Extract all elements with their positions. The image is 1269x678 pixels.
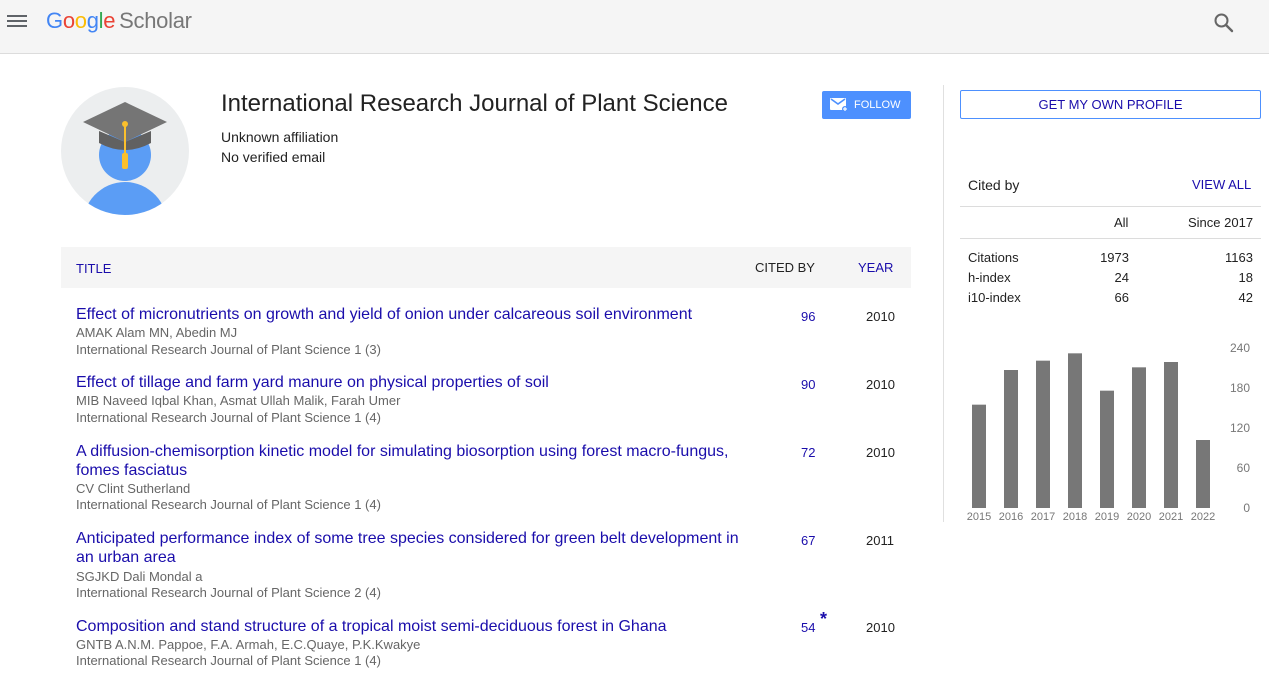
follow-button[interactable]: FOLLOW [822, 91, 911, 119]
chart-y-tick-label: 0 [1243, 501, 1250, 515]
hamburger-menu-icon[interactable] [7, 12, 27, 32]
sort-by-year[interactable]: YEAR [858, 260, 893, 275]
article-authors: AMAK Alam MN, Abedin MJ [76, 325, 238, 340]
profile-email: No verified email [221, 149, 326, 165]
article-cited-by-link[interactable]: 96 [801, 309, 815, 324]
article-venue: International Research Journal of Plant … [76, 585, 381, 600]
view-all-link[interactable]: VIEW ALL [1192, 177, 1251, 192]
stat-citations-all: 1973 [1100, 250, 1129, 265]
article-authors: CV Clint Sutherland [76, 481, 191, 496]
article-row: Effect of tillage and farm yard manure o… [61, 373, 911, 433]
stat-label-i10-index[interactable]: i10-index [968, 290, 1021, 305]
chart-y-tick-label: 60 [1237, 461, 1251, 475]
chart-x-tick-label: 2015 [967, 511, 991, 523]
profile-affiliation: Unknown affiliation [221, 129, 339, 145]
chart-bar-2018[interactable] [1068, 353, 1082, 508]
chart-x-tick-label: 2016 [999, 511, 1023, 523]
article-row: A diffusion-chemisorption kinetic model … [61, 442, 911, 517]
chart-x-tick-label: 2018 [1063, 511, 1087, 523]
stat-label-citations[interactable]: Citations [968, 250, 1019, 265]
chart-y-tick-label: 180 [1230, 381, 1250, 395]
article-authors: SGJKD Dali Mondal a [76, 569, 203, 584]
search-icon[interactable] [1213, 12, 1235, 34]
article-row: Composition and stand structure of a tro… [61, 609, 911, 675]
sort-by-title[interactable]: TITLE [76, 261, 111, 276]
logo-google-text: Google [46, 8, 116, 33]
stats-divider [960, 206, 1261, 207]
mail-icon [830, 98, 848, 112]
chart-bar-2020[interactable] [1132, 367, 1146, 508]
get-my-own-profile-button[interactable]: GET MY OWN PROFILE [960, 90, 1261, 119]
stat-h-index-all: 24 [1114, 270, 1129, 285]
article-title-link[interactable]: Anticipated performance index of some tr… [76, 529, 746, 567]
articles-table-header: TITLE CITED BY YEAR [61, 247, 911, 288]
merged-citations-star[interactable]: * [820, 609, 827, 630]
cited-by-column-header: CITED BY [755, 260, 815, 275]
google-scholar-logo[interactable]: Google Scholar [46, 8, 192, 34]
stat-i10-index-since: 42 [1238, 290, 1253, 305]
article-row: Effect of micronutrients on growth and y… [61, 305, 911, 365]
article-title-link[interactable]: A diffusion-chemisorption kinetic model … [76, 442, 746, 480]
profile-name: International Research Journal of Plant … [221, 90, 728, 117]
article-venue: International Research Journal of Plant … [76, 497, 381, 512]
chart-x-tick-label: 2020 [1127, 511, 1151, 523]
chart-y-tick-label: 120 [1230, 421, 1250, 435]
article-year: 2010 [866, 445, 895, 460]
article-cited-by-link[interactable]: 90 [801, 377, 815, 392]
stats-col-all: All [1114, 215, 1129, 230]
chart-bar-2019[interactable] [1100, 390, 1114, 508]
article-cited-by-link[interactable]: 67 [801, 533, 815, 548]
stat-label-h-index[interactable]: h-index [968, 270, 1011, 285]
article-venue: International Research Journal of Plant … [76, 410, 381, 425]
follow-label: FOLLOW [854, 99, 901, 111]
chart-x-tick-label: 2021 [1159, 511, 1183, 523]
stat-citations-since: 1163 [1225, 250, 1253, 265]
citations-per-year-chart: 2015 2016 2017 2018 2019 2020 2021 2022 240 180 12… [967, 341, 1251, 523]
chart-bar-2022[interactable] [1196, 440, 1210, 508]
sidebar-divider [943, 85, 944, 522]
chart-bar-2015[interactable] [972, 404, 986, 508]
article-year: 2010 [866, 620, 895, 635]
chart-bar-2016[interactable] [1004, 370, 1018, 508]
article-authors: GNTB A.N.M. Pappoe, F.A. Armah, E.C.Quay… [76, 637, 421, 652]
chart-x-tick-label: 2019 [1095, 511, 1119, 523]
article-title-link[interactable]: Effect of tillage and farm yard manure o… [76, 373, 746, 392]
top-bar: Google Scholar [0, 0, 1269, 54]
article-cited-by-link[interactable]: 72 [801, 445, 815, 460]
article-year: 2011 [866, 533, 894, 548]
stats-col-since: Since 2017 [1188, 215, 1254, 230]
stats-divider [960, 238, 1261, 239]
chart-x-tick-label: 2022 [1191, 511, 1215, 523]
stat-h-index-since: 18 [1238, 270, 1253, 285]
article-cited-by-link[interactable]: 54 [801, 620, 815, 635]
logo-scholar-text: Scholar [119, 8, 192, 33]
article-row: Anticipated performance index of some tr… [61, 529, 911, 604]
article-authors: MIB Naveed Iqbal Khan, Asmat Ullah Malik… [76, 393, 401, 408]
cited-by-heading: Cited by [968, 177, 1020, 193]
chart-bar-2021[interactable] [1164, 362, 1178, 508]
article-venue: International Research Journal of Plant … [76, 342, 381, 357]
chart-y-tick-label: 240 [1230, 341, 1250, 355]
stat-i10-index-all: 66 [1114, 290, 1129, 305]
article-title-link[interactable]: Effect of micronutrients on growth and y… [76, 305, 746, 324]
article-year: 2010 [866, 309, 895, 324]
chart-bar-2017[interactable] [1036, 360, 1050, 508]
article-title-link[interactable]: Composition and stand structure of a tro… [76, 617, 746, 636]
article-year: 2010 [866, 377, 895, 392]
profile-avatar [61, 87, 189, 215]
article-venue: International Research Journal of Plant … [76, 653, 381, 668]
chart-x-tick-label: 2017 [1031, 511, 1055, 523]
